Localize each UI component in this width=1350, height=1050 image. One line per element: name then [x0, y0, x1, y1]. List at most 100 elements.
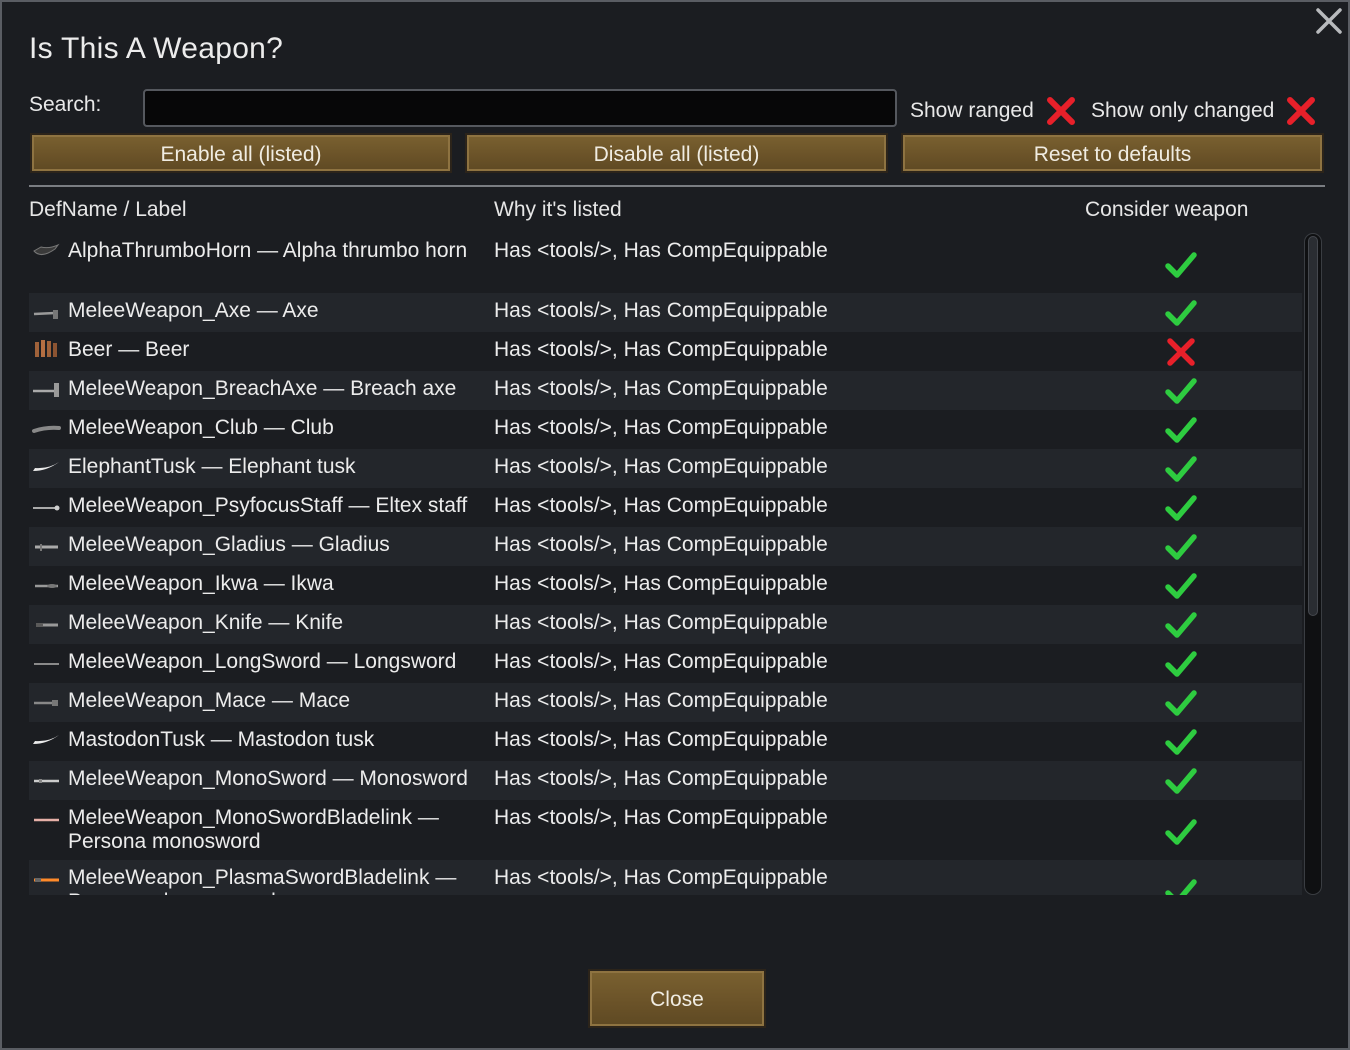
row-def-label: MeleeWeapon_Axe — Axe — [68, 299, 319, 322]
gladius-icon — [31, 527, 61, 566]
table-row: MeleeWeapon_Ikwa — Ikwa Has <tools/>, Has… — [29, 566, 1302, 605]
table-row: MeleeWeapon_Axe — Axe Has <tools/>, Has C… — [29, 293, 1302, 332]
row-why-label: Has <tools/>, Has CompEquippable — [494, 572, 828, 595]
column-header-def: DefName / Label — [29, 198, 187, 221]
weapon-list: AlphaThrumboHorn — Alpha thrumbo horn Has… — [29, 233, 1302, 895]
row-def-label: MeleeWeapon_PsyfocusStaff — Eltex staff — [68, 494, 468, 517]
tusk-icon — [31, 722, 61, 761]
row-def-label: MeleeWeapon_Gladius — Gladius — [68, 533, 390, 556]
row-def-label: MeleeWeapon_MonoSword — Monosword — [68, 767, 468, 790]
column-header-consider: Consider weapon — [1085, 198, 1249, 221]
axe-icon — [31, 293, 61, 332]
row-why-label: Has <tools/>, Has CompEquippable — [494, 866, 828, 889]
show-only-changed-label: Show only changed — [1091, 99, 1275, 122]
ikwa-icon — [31, 566, 61, 605]
row-why-label: Has <tools/>, Has CompEquippable — [494, 806, 828, 829]
show-ranged-label: Show ranged — [910, 99, 1034, 122]
row-def-label: MeleeWeapon_PlasmaSwordBladelink — Perso… — [68, 866, 457, 895]
row-why-label: Has <tools/>, Has CompEquippable — [494, 299, 828, 322]
checkmark-icon[interactable] — [1163, 685, 1199, 721]
row-def-label: AlphaThrumboHorn — Alpha thrumbo horn — [68, 239, 468, 262]
table-row: MeleeWeapon_PsyfocusStaff — Eltex staff H… — [29, 488, 1302, 527]
row-why-label: Has <tools/>, Has CompEquippable — [494, 650, 828, 673]
table-row: MastodonTusk — Mastodon tusk Has <tools/>… — [29, 722, 1302, 761]
checkmark-icon[interactable] — [1163, 607, 1199, 643]
column-header-why: Why it's listed — [494, 198, 622, 221]
row-def-label: MeleeWeapon_LongSword — Longsword — [68, 650, 457, 673]
checkmark-icon[interactable] — [1163, 451, 1199, 487]
checkmark-icon[interactable] — [1163, 814, 1199, 850]
cross-icon[interactable] — [1044, 94, 1078, 128]
table-row: MeleeWeapon_MonoSword — Monosword Has <to… — [29, 761, 1302, 800]
checkmark-icon[interactable] — [1163, 646, 1199, 682]
beer-icon — [31, 332, 61, 371]
row-why-label: Has <tools/>, Has CompEquippable — [494, 455, 828, 478]
checkmark-icon[interactable] — [1163, 529, 1199, 565]
divider — [29, 185, 1325, 187]
row-def-label: MeleeWeapon_Mace — Mace — [68, 689, 351, 712]
checkmark-icon[interactable] — [1163, 490, 1199, 526]
checkmark-icon[interactable] — [1163, 295, 1199, 331]
mace-icon — [31, 683, 61, 722]
tusk-icon — [31, 449, 61, 488]
disable-all-button[interactable]: Disable all (listed) — [465, 133, 888, 173]
checkmark-icon[interactable] — [1163, 874, 1199, 895]
row-why-label: Has <tools/>, Has CompEquippable — [494, 767, 828, 790]
dialog-window: Is This A Weapon? Search: Show ranged Sh… — [0, 0, 1350, 1050]
reset-defaults-button[interactable]: Reset to defaults — [901, 133, 1324, 173]
show-ranged-toggle[interactable]: Show ranged — [910, 94, 1078, 128]
horn-icon — [31, 233, 61, 272]
close-button[interactable]: Close — [588, 969, 766, 1028]
row-def-label: ElephantTusk — Elephant tusk — [68, 455, 356, 478]
table-row: MeleeWeapon_LongSword — Longsword Has <to… — [29, 644, 1302, 683]
checkmark-icon[interactable] — [1163, 568, 1199, 604]
cross-icon[interactable] — [1284, 94, 1318, 128]
table-row: MeleeWeapon_Mace — Mace Has <tools/>, Has… — [29, 683, 1302, 722]
row-why-label: Has <tools/>, Has CompEquippable — [494, 377, 828, 400]
table-row: MeleeWeapon_PlasmaSwordBladelink — Perso… — [29, 860, 1302, 895]
row-def-label: MeleeWeapon_Knife — Knife — [68, 611, 344, 634]
club-icon — [31, 410, 61, 449]
scrollbar[interactable] — [1304, 233, 1322, 895]
row-why-label: Has <tools/>, Has CompEquippable — [494, 239, 828, 262]
persona-monosword-icon — [31, 800, 61, 839]
table-row: ElephantTusk — Elephant tusk Has <tools/>… — [29, 449, 1302, 488]
cross-icon[interactable] — [1163, 334, 1199, 370]
row-def-label: Beer — Beer — [68, 338, 190, 361]
knife-icon — [31, 605, 61, 644]
row-def-label: MeleeWeapon_BreachAxe — Breach axe — [68, 377, 457, 400]
table-row: MeleeWeapon_Club — Club Has <tools/>, Has… — [29, 410, 1302, 449]
show-only-changed-toggle[interactable]: Show only changed — [1091, 94, 1318, 128]
row-why-label: Has <tools/>, Has CompEquippable — [494, 338, 828, 361]
row-why-label: Has <tools/>, Has CompEquippable — [494, 416, 828, 439]
checkmark-icon[interactable] — [1163, 373, 1199, 409]
enable-all-button[interactable]: Enable all (listed) — [30, 133, 452, 173]
breach-axe-icon — [31, 371, 61, 410]
table-row: MeleeWeapon_BreachAxe — Breach axe Has <t… — [29, 371, 1302, 410]
row-why-label: Has <tools/>, Has CompEquippable — [494, 728, 828, 751]
monosword-icon — [31, 761, 61, 800]
row-def-label: MeleeWeapon_Ikwa — Ikwa — [68, 572, 334, 595]
checkmark-icon[interactable] — [1163, 724, 1199, 760]
table-row: Beer — Beer Has <tools/>, Has CompEquippa… — [29, 332, 1302, 371]
row-why-label: Has <tools/>, Has CompEquippable — [494, 611, 828, 634]
staff-icon — [31, 488, 61, 527]
dialog-title: Is This A Weapon? — [29, 32, 284, 65]
scrollbar-thumb[interactable] — [1308, 236, 1318, 616]
row-def-label: MeleeWeapon_MonoSwordBladelink — Persona… — [68, 806, 439, 853]
checkmark-icon[interactable] — [1163, 763, 1199, 799]
search-label: Search: — [29, 93, 102, 116]
table-row: AlphaThrumboHorn — Alpha thrumbo horn Has… — [29, 233, 1302, 293]
row-why-label: Has <tools/>, Has CompEquippable — [494, 689, 828, 712]
row-def-label: MastodonTusk — Mastodon tusk — [68, 728, 375, 751]
close-x-icon[interactable] — [1314, 6, 1344, 36]
table-row: MeleeWeapon_MonoSwordBladelink — Persona… — [29, 800, 1302, 860]
checkmark-icon[interactable] — [1163, 412, 1199, 448]
checkmark-icon[interactable] — [1163, 247, 1199, 283]
search-input[interactable] — [143, 89, 897, 127]
row-why-label: Has <tools/>, Has CompEquippable — [494, 494, 828, 517]
row-def-label: MeleeWeapon_Club — Club — [68, 416, 334, 439]
table-row: MeleeWeapon_Gladius — Gladius Has <tools/… — [29, 527, 1302, 566]
row-why-label: Has <tools/>, Has CompEquippable — [494, 533, 828, 556]
table-row: MeleeWeapon_Knife — Knife Has <tools/>, H… — [29, 605, 1302, 644]
